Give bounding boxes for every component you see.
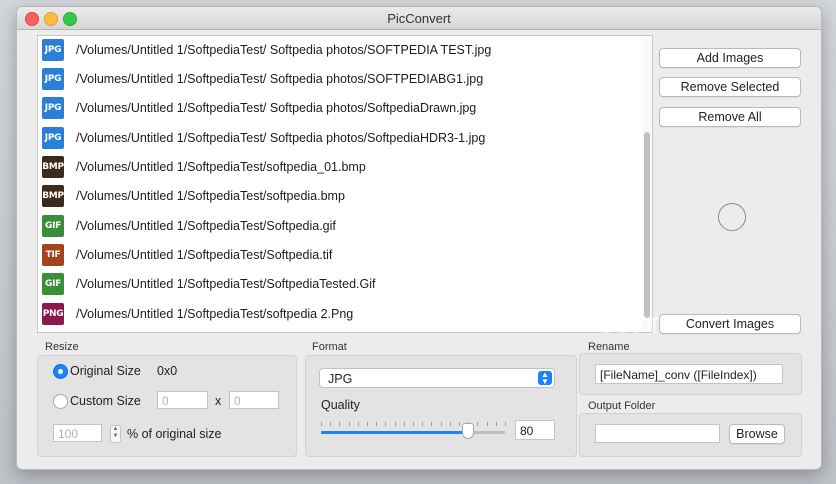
file-path: /Volumes/Untitled 1/SoftpediaTest/Softpe…	[76, 219, 336, 233]
tif-file-icon: TIF	[42, 244, 64, 266]
file-path: /Volumes/Untitled 1/SoftpediaTest/ Softp…	[76, 43, 492, 57]
list-item[interactable]: TIF /Volumes/Untitled 1/SoftpediaTest/So…	[38, 241, 638, 270]
percent-stepper[interactable]: ▲ ▼	[110, 425, 121, 443]
gif-file-icon: GIF	[42, 215, 64, 237]
remove-all-button[interactable]: Remove All	[659, 107, 801, 127]
app-window: PicConvert JPG /Volumes/Untitled 1/Softp…	[16, 6, 822, 470]
original-size-value: 0x0	[157, 364, 178, 378]
output-folder-field[interactable]	[595, 424, 720, 443]
jpg-file-icon: JPG	[42, 39, 64, 61]
progress-spinner-icon	[718, 203, 746, 231]
list-item[interactable]: BMP /Volumes/Untitled 1/SoftpediaTest/so…	[38, 182, 638, 211]
slider-tick	[349, 422, 350, 426]
size-separator: x	[215, 394, 222, 408]
slider-tick	[358, 422, 359, 426]
file-path: /Volumes/Untitled 1/SoftpediaTest/softpe…	[76, 160, 366, 174]
original-size-radio[interactable]	[53, 364, 68, 379]
quality-slider-knob[interactable]	[462, 423, 474, 439]
resize-group-label: Resize	[45, 341, 79, 353]
slider-tick	[431, 422, 432, 426]
window-title: PicConvert	[387, 11, 451, 26]
convert-images-button[interactable]: Convert Images	[659, 314, 801, 334]
original-size-label[interactable]: Original Size	[70, 364, 141, 378]
list-item[interactable]: JPG /Volumes/Untitled 1/SoftpediaTest/ S…	[38, 36, 638, 65]
format-select[interactable]: JPG ▲ ▼	[319, 368, 555, 388]
list-item[interactable]: JPG /Volumes/Untitled 1/SoftpediaTest/ S…	[38, 65, 638, 94]
title-bar: PicConvert	[17, 7, 821, 30]
file-list[interactable]: JPG /Volumes/Untitled 1/SoftpediaTest/ S…	[37, 35, 653, 333]
jpg-file-icon: JPG	[42, 97, 64, 119]
list-item[interactable]: PNG /Volumes/Untitled 1/SoftpediaTest/so…	[38, 300, 638, 329]
slider-tick	[487, 422, 488, 426]
slider-tick	[496, 422, 497, 426]
jpg-file-icon: JPG	[42, 68, 64, 90]
list-item[interactable]: GIF /Volumes/Untitled 1/SoftpediaTest/So…	[38, 270, 638, 299]
slider-tick	[376, 422, 377, 426]
percent-label: % of original size	[127, 427, 222, 441]
remove-selected-button[interactable]: Remove Selected	[659, 77, 801, 97]
slider-tick	[441, 422, 442, 426]
quality-slider-track[interactable]	[321, 431, 505, 434]
png-file-icon: PNG	[42, 303, 64, 325]
slider-tick	[422, 422, 423, 426]
quality-slider-fill	[321, 431, 468, 434]
file-path: /Volumes/Untitled 1/SoftpediaTest/softpe…	[76, 307, 354, 321]
slider-tick	[450, 422, 451, 426]
slider-tick	[367, 422, 368, 426]
list-item[interactable]: GIF /Volumes/Untitled 1/SoftpediaTest/So…	[38, 212, 638, 241]
slider-tick	[330, 422, 331, 426]
jpg-file-icon: JPG	[42, 127, 64, 149]
slider-tick	[395, 422, 396, 426]
slider-tick	[339, 422, 340, 426]
quality-value-field[interactable]: 80	[515, 420, 555, 440]
add-images-button[interactable]: Add Images	[659, 48, 801, 68]
slider-tick	[459, 422, 460, 426]
rename-group-label: Rename	[588, 341, 630, 353]
output-folder-group-label: Output Folder	[588, 400, 656, 412]
slider-tick	[404, 422, 405, 426]
file-path: /Volumes/Untitled 1/SoftpediaTest/ Softp…	[76, 72, 484, 86]
slider-tick	[385, 422, 386, 426]
percent-field[interactable]: 100	[53, 424, 102, 442]
format-selected-value: JPG	[328, 372, 353, 386]
quality-label: Quality	[321, 398, 360, 412]
custom-size-label[interactable]: Custom Size	[70, 394, 141, 408]
select-arrows-icon: ▲ ▼	[538, 371, 552, 386]
list-scrollbar-thumb[interactable]	[644, 132, 650, 318]
rename-pattern-field[interactable]: [FileName]_conv ([FileIndex])	[595, 364, 783, 384]
format-group-label: Format	[312, 341, 347, 353]
file-path: /Volumes/Untitled 1/SoftpediaTest/softpe…	[76, 189, 345, 203]
custom-height-field[interactable]: 0	[229, 391, 279, 409]
bmp-file-icon: BMP	[42, 185, 64, 207]
custom-size-radio[interactable]	[53, 394, 68, 409]
file-path: /Volumes/Untitled 1/SoftpediaTest/Softpe…	[76, 277, 376, 291]
slider-tick	[477, 422, 478, 426]
list-item[interactable]: JPG /Volumes/Untitled 1/SoftpediaTest/ S…	[38, 94, 638, 123]
custom-width-field[interactable]: 0	[157, 391, 208, 409]
file-path: /Volumes/Untitled 1/SoftpediaTest/ Softp…	[76, 131, 486, 145]
slider-tick	[413, 422, 414, 426]
file-path: /Volumes/Untitled 1/SoftpediaTest/ Softp…	[76, 101, 477, 115]
bmp-file-icon: BMP	[42, 156, 64, 178]
gif-file-icon: GIF	[42, 273, 64, 295]
slider-tick	[321, 422, 322, 426]
browse-button[interactable]: Browse	[729, 424, 785, 444]
list-item[interactable]: BMP /Volumes/Untitled 1/SoftpediaTest/so…	[38, 153, 638, 182]
file-path: /Volumes/Untitled 1/SoftpediaTest/Softpe…	[76, 248, 333, 262]
slider-tick	[505, 422, 506, 426]
list-item[interactable]: JPG /Volumes/Untitled 1/SoftpediaTest/ S…	[38, 124, 638, 153]
